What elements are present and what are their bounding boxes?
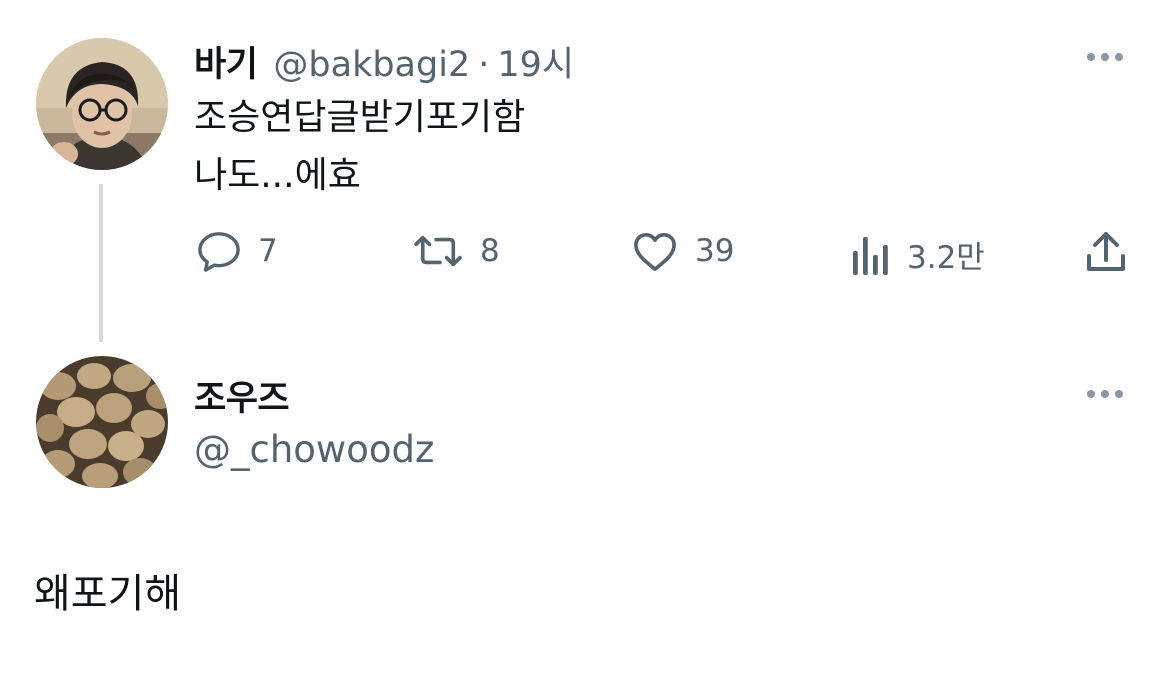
more-dot-icon <box>1101 53 1109 61</box>
more-dot-icon <box>1115 53 1123 61</box>
reply-icon <box>198 232 240 272</box>
view-count: 3.2만 <box>907 240 985 276</box>
like-button[interactable]: 39 <box>631 230 734 272</box>
reply-count: 7 <box>258 233 278 269</box>
thread-line <box>99 184 103 342</box>
reply-tweet-text: 왜포기해 <box>34 571 182 617</box>
retweet-button[interactable]: 8 <box>412 230 500 272</box>
share-button[interactable] <box>1084 230 1128 278</box>
more-dot-icon <box>1101 390 1109 398</box>
potatoes-avatar-icon <box>36 356 168 488</box>
heart-icon <box>634 232 676 271</box>
header-separator: · <box>478 45 490 85</box>
retweet-icon <box>414 235 462 267</box>
views-chart-icon <box>853 236 888 275</box>
reply-avatar[interactable] <box>36 356 168 488</box>
parent-display-name[interactable]: 바기 <box>194 36 258 87</box>
more-dot-icon <box>1115 390 1123 398</box>
more-dot-icon <box>1087 390 1095 398</box>
share-icon <box>1087 232 1125 271</box>
parent-tweet-text-line-2: 나도...에효 <box>194 155 361 196</box>
parent-avatar[interactable] <box>36 38 168 170</box>
parent-tweet-header: 바기 @bakbagi2 · 19시 <box>194 36 574 87</box>
parent-more-button[interactable] <box>1087 53 1123 61</box>
more-dot-icon <box>1087 53 1095 61</box>
reply-handle[interactable]: @_chowoodz <box>194 428 434 471</box>
views-button[interactable]: 3.2만 <box>851 232 985 277</box>
reply-button[interactable]: 7 <box>196 230 278 272</box>
retweet-count: 8 <box>480 233 500 269</box>
reply-display-name[interactable]: 조우즈 <box>194 370 290 421</box>
reply-more-button[interactable] <box>1087 390 1123 398</box>
parent-handle[interactable]: @bakbagi2 <box>273 45 470 85</box>
like-count: 39 <box>695 233 735 269</box>
tweet-time[interactable]: 19시 <box>497 36 574 87</box>
parent-tweet-text-line-1: 조승연답글받기포기함 <box>194 97 526 138</box>
person-avatar-icon <box>36 38 168 170</box>
